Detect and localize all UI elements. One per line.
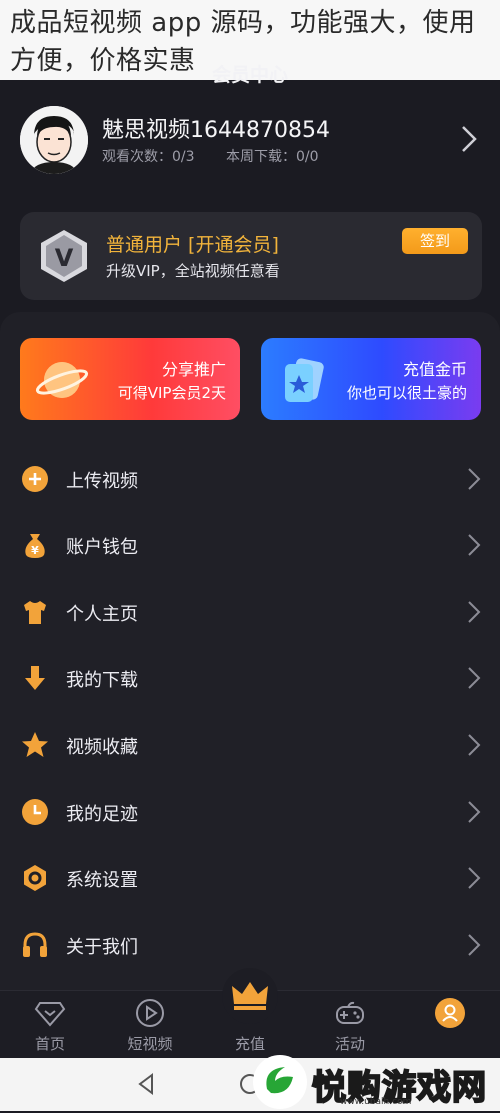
chevron-right-icon (468, 601, 481, 623)
username: 魅思视频1644870854 (102, 118, 330, 143)
tab-activity[interactable]: 活动 (310, 991, 390, 1059)
chevron-right-icon (468, 734, 481, 756)
download-count-stat: 本周下载：0/0 (226, 149, 319, 165)
vip-card[interactable]: V 普通用户 [开通会员] 升级VIP，全站视频任意看 签到 (20, 212, 482, 300)
watermark-domain: www.ubalh.com (340, 1097, 412, 1107)
menu-item-wallet[interactable]: ¥ 账户钱包 (0, 520, 500, 570)
chevron-right-icon (468, 867, 481, 889)
card-star-icon (285, 358, 324, 402)
shirt-icon (24, 601, 46, 624)
play-circle-icon (136, 999, 164, 1027)
recharge-promo-subtitle: 你也可以很土豪的 (346, 384, 467, 402)
gamepad-icon (336, 1001, 364, 1024)
menu-label: 系统设置 (66, 870, 138, 891)
menu-label: 个人主页 (66, 604, 138, 625)
recharge-crown-button[interactable] (222, 968, 278, 1024)
vip-subtitle: 升级VIP，全站视频任意看 (106, 262, 280, 280)
vip-title[interactable]: 普通用户 [开通会员] (106, 230, 279, 257)
menu-label: 账户钱包 (66, 537, 138, 558)
vip-badge-icon: V (41, 230, 87, 282)
tab-label: 充值 (234, 1035, 265, 1053)
menu-item-profile-page[interactable]: 个人主页 (0, 587, 500, 637)
money-bag-icon: ¥ (25, 534, 45, 558)
clock-icon (22, 799, 48, 825)
star-icon (22, 732, 48, 757)
menu-item-history[interactable]: 我的足迹 (0, 787, 500, 837)
page-title: 会员中心 (211, 64, 288, 86)
share-promo-card[interactable]: 分享推广 可得VIP会员2天 (20, 338, 240, 420)
tab-short-video[interactable]: 短视频 (110, 991, 190, 1059)
menu-item-downloads[interactable]: 我的下载 (0, 653, 500, 703)
chevron-right-icon (468, 801, 481, 823)
tab-home[interactable]: 首页 (10, 991, 90, 1059)
checkin-button[interactable]: 签到 (402, 228, 468, 254)
menu-label: 我的下载 (66, 670, 138, 691)
profile-header[interactable]: 魅思视频1644870854 观看次数：0/3 本周下载：0/0 (0, 92, 500, 192)
download-arrow-icon (25, 666, 45, 690)
watch-count-stat: 观看次数：0/3 (102, 149, 195, 165)
headset-icon (23, 932, 47, 957)
svg-text:V: V (55, 244, 74, 272)
share-promo-title: 分享推广 (161, 360, 226, 379)
crown-icon (232, 982, 268, 1010)
user-profile-icon (435, 998, 465, 1028)
menu-item-settings[interactable]: 系统设置 (0, 853, 500, 903)
chevron-right-icon[interactable] (458, 124, 480, 154)
menu-label: 我的足迹 (66, 804, 138, 825)
plus-circle-icon (22, 466, 48, 492)
chevron-right-icon (468, 534, 481, 556)
planet-icon (35, 362, 89, 398)
svg-text:¥: ¥ (31, 544, 39, 557)
chevron-right-icon (468, 934, 481, 956)
tab-label: 短视频 (127, 1035, 173, 1053)
settings-hexagon-icon (24, 865, 46, 891)
menu-label: 视频收藏 (66, 737, 138, 758)
menu-item-favorites[interactable]: 视频收藏 (0, 720, 500, 770)
menu-label: 上传视频 (66, 471, 138, 492)
avatar-face-icon (20, 106, 88, 174)
menu-item-upload-video[interactable]: 上传视频 (0, 454, 500, 504)
watermark-logo (253, 1055, 307, 1109)
tab-label: 活动 (334, 1035, 365, 1053)
watermark-leaf-icon (255, 1057, 305, 1107)
menu-item-about[interactable]: 关于我们 (0, 920, 500, 970)
chevron-right-icon (468, 468, 481, 490)
recharge-promo-title: 充值金币 (402, 360, 467, 379)
menu-label: 关于我们 (66, 937, 138, 958)
tab-mine[interactable] (410, 991, 490, 1059)
home-diamond-icon (34, 1002, 66, 1027)
chevron-right-icon (468, 667, 481, 689)
recharge-promo-card[interactable]: 充值金币 你也可以很土豪的 (261, 338, 481, 420)
tab-label: 首页 (34, 1035, 65, 1053)
share-promo-subtitle: 可得VIP会员2天 (117, 384, 226, 402)
avatar[interactable] (20, 106, 88, 174)
back-triangle-icon[interactable] (132, 1070, 160, 1098)
